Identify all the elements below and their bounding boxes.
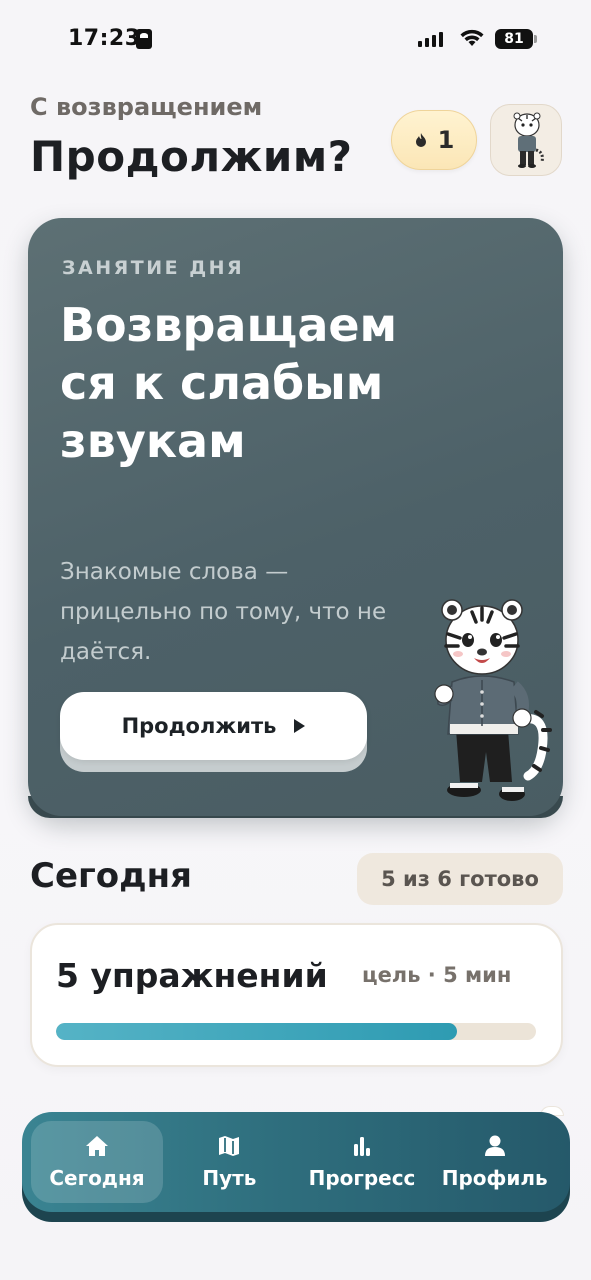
status-time: 17:23 — [68, 26, 141, 51]
streak-badge[interactable]: 1 — [391, 110, 477, 170]
exercises-progress-bar — [56, 1023, 536, 1040]
hero-subtitle: Знакомые слова — прицельно по тому, что … — [60, 559, 387, 665]
tab-progress[interactable]: Прогресс — [296, 1121, 429, 1203]
profile-avatar[interactable] — [490, 104, 562, 176]
battery-tip — [534, 35, 537, 43]
completion-badge: 5 из 6 готово — [357, 853, 563, 905]
exercises-goal: цель · 5 мин — [362, 963, 512, 987]
continue-button-label: Продолжить — [121, 714, 277, 738]
user-icon — [484, 1135, 505, 1156]
streak-count: 1 — [437, 126, 455, 154]
tab-label: Сегодня — [49, 1166, 145, 1190]
exercises-title: 5 упражнений — [56, 956, 328, 995]
play-icon — [294, 719, 306, 733]
tab-bar: Сегодня Путь Прогресс Профиль — [22, 1112, 570, 1212]
tiger-avatar-icon — [513, 112, 544, 168]
tab-profile[interactable]: Профиль — [428, 1121, 561, 1203]
exercises-progress-fill — [56, 1023, 457, 1040]
battery-indicator: 81 — [495, 29, 533, 49]
tiger-mascot-illustration — [434, 599, 552, 801]
hero-eyebrow: ЗАНЯТИЕ ДНЯ — [62, 257, 245, 279]
tab-path[interactable]: Путь — [163, 1121, 296, 1203]
flame-icon — [415, 133, 426, 147]
home-icon — [86, 1136, 108, 1156]
wifi-icon — [460, 29, 484, 46]
bar-chart-icon — [354, 1137, 370, 1156]
tab-label: Прогресс — [308, 1166, 416, 1190]
greeting-text: С возвращением — [30, 93, 263, 121]
map-icon — [219, 1136, 240, 1156]
cellular-signal-icon — [418, 32, 443, 47]
section-title-today: Сегодня — [30, 856, 192, 896]
exercises-card[interactable] — [30, 923, 563, 1067]
contact-card-icon — [136, 29, 152, 49]
continue-button[interactable]: Продолжить — [60, 692, 367, 760]
tab-label: Путь — [202, 1166, 257, 1190]
hero-title: Возвращаем ся к слабым звукам — [60, 298, 398, 468]
tab-today[interactable]: Сегодня — [31, 1121, 163, 1203]
tab-label: Профиль — [441, 1166, 548, 1190]
page-title: Продолжим? — [30, 132, 353, 181]
